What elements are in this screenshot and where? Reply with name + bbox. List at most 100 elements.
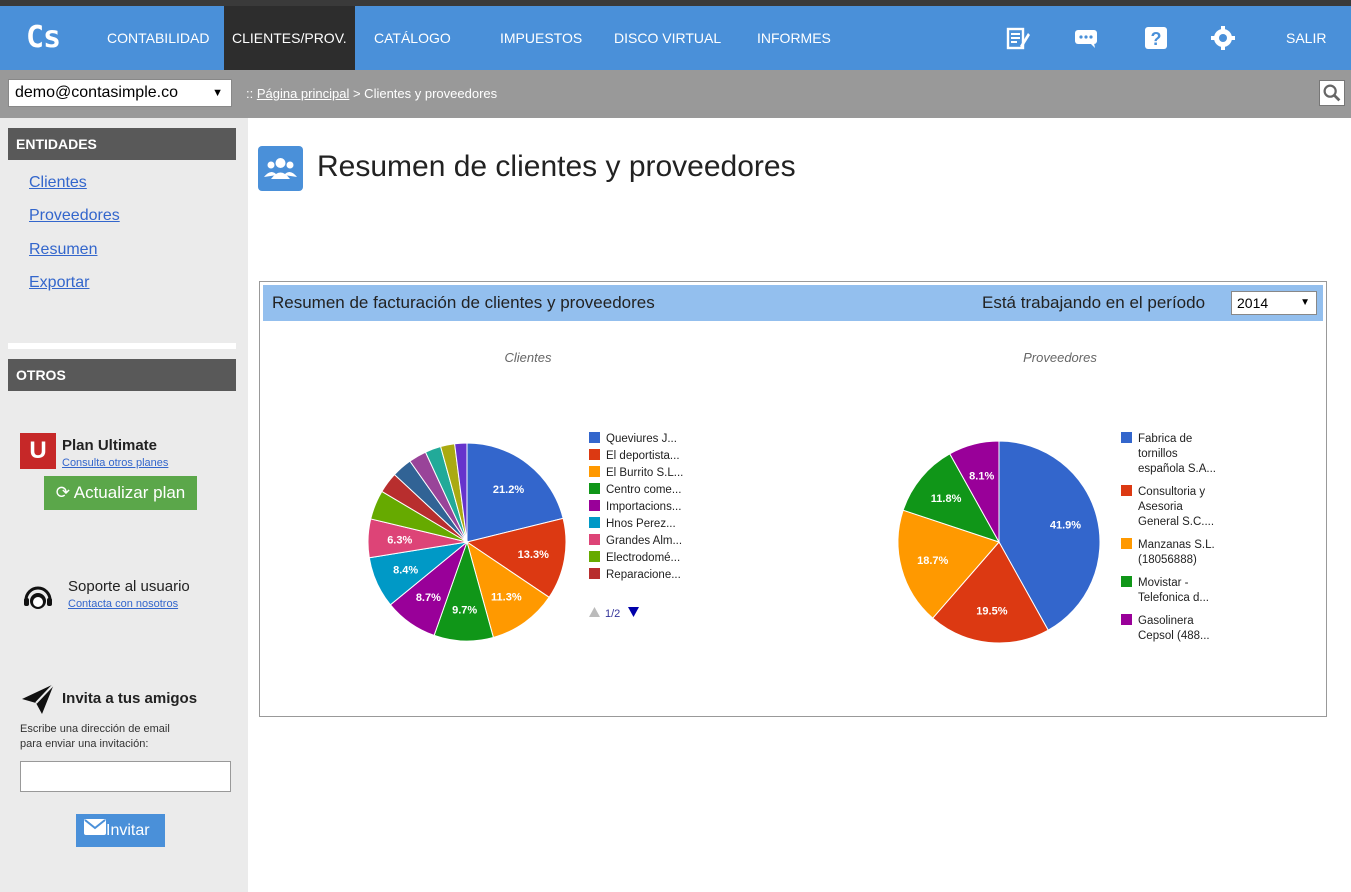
- support-headset-icon: [22, 583, 54, 615]
- legend-entry: Manzanas S.L.: [1138, 539, 1215, 551]
- legend-swatch: [589, 534, 600, 545]
- paper-plane-icon: [20, 681, 56, 717]
- legend-swatch: [1121, 432, 1132, 443]
- legend-entry: Movistar -: [1138, 577, 1189, 589]
- user-account-value: demo@contasimple.co: [15, 84, 178, 101]
- slice-value-label: 21.2%: [493, 484, 524, 496]
- svg-text:?: ?: [1151, 29, 1162, 49]
- nav-informes[interactable]: INFORMES: [757, 6, 831, 70]
- legend-entry: El deportista...: [606, 450, 680, 462]
- invite-button-label: Invitar: [106, 822, 150, 839]
- nav-clientes-prov[interactable]: CLIENTES/PROV.: [224, 6, 355, 70]
- sidebar-divider: [8, 343, 236, 349]
- sidebar-others-header: OTROS: [8, 359, 236, 391]
- sidebar-link-resumen[interactable]: Resumen: [29, 241, 97, 259]
- settings-icon[interactable]: [1209, 24, 1237, 52]
- plan-options-link[interactable]: Consulta otros planes: [62, 457, 168, 469]
- legend-swatch: [589, 517, 600, 528]
- invite-email-input[interactable]: [20, 761, 231, 792]
- legend-next-icon: [628, 607, 639, 617]
- breadcrumb-prefix: ::: [246, 86, 257, 101]
- legend-entry: El Burrito S.L...: [606, 467, 683, 479]
- slice-value-label: 11.8%: [931, 493, 962, 505]
- legend-entry: Reparacione...: [606, 569, 681, 581]
- nav-contabilidad[interactable]: CONTABILIDAD: [107, 6, 209, 70]
- chart-title: Clientes: [505, 350, 552, 365]
- legend-page-indicator: 1/2: [605, 608, 620, 620]
- breadcrumb-home-link[interactable]: Página principal: [257, 86, 350, 101]
- envelope-icon: [84, 814, 106, 847]
- nav-disco-virtual[interactable]: DISCO VIRTUAL: [614, 6, 721, 70]
- legend-entry: Grandes Alm...: [606, 535, 682, 547]
- invite-button[interactable]: Invitar: [76, 814, 165, 847]
- legend-swatch: [589, 500, 600, 511]
- slice-value-label: 8.7%: [416, 592, 441, 604]
- help-icon[interactable]: ?: [1142, 24, 1170, 52]
- support-title: Soporte al usuario: [68, 578, 190, 595]
- dropdown-arrow-icon: ▼: [212, 87, 223, 99]
- legend-entry: Fabrica de: [1138, 433, 1192, 445]
- breadcrumb: :: Página principal > Clientes y proveed…: [246, 70, 497, 118]
- logout-link[interactable]: SALIR: [1286, 6, 1326, 70]
- period-select[interactable]: 2014 ▼: [1231, 291, 1317, 315]
- legend-swatch: [589, 568, 600, 579]
- sidebar-link-exportar[interactable]: Exportar: [29, 274, 89, 292]
- breadcrumb-current: > Clientes y proveedores: [349, 86, 498, 101]
- slice-value-label: 19.5%: [976, 605, 1007, 617]
- legend-entry: General S.C....: [1138, 516, 1214, 528]
- users-group-icon: [258, 146, 303, 191]
- legend-entry: española S.A...: [1138, 463, 1216, 475]
- legend-swatch: [1121, 576, 1132, 587]
- plan-name: Plan Ultimate: [62, 437, 158, 454]
- slice-value-label: 8.4%: [393, 565, 418, 577]
- legend-entry: tornillos: [1138, 448, 1178, 460]
- nav-impuestos[interactable]: IMPUESTOS: [500, 6, 582, 70]
- slice-value-label: 41.9%: [1050, 520, 1081, 532]
- invite-text-line-2: para enviar una invitación:: [20, 738, 149, 750]
- legend-entry: Importacions...: [606, 501, 681, 513]
- slice-value-label: 13.3%: [518, 549, 549, 561]
- legend-entry: Telefonica d...: [1138, 592, 1209, 604]
- panel-title: Resumen de facturación de clientes y pro…: [272, 293, 655, 312]
- refresh-icon: ⟳: [55, 483, 74, 502]
- user-account-select[interactable]: demo@contasimple.co ▼: [8, 79, 232, 107]
- sidebar-link-clientes[interactable]: Clientes: [29, 174, 87, 192]
- sidebar-link-proveedores[interactable]: Proveedores: [29, 207, 120, 225]
- period-label: Está trabajando en el período: [982, 293, 1206, 312]
- chart-title: Proveedores: [1023, 350, 1097, 365]
- slice-value-label: 11.3%: [491, 592, 522, 604]
- panel-header: Resumen de facturación de clientes y pro…: [263, 285, 1323, 321]
- legend-entry: Cepsol (488...: [1138, 630, 1210, 642]
- page-title: Resumen de clientes y proveedores: [317, 150, 796, 183]
- legend-entry: Asesoria: [1138, 501, 1183, 513]
- chat-icon[interactable]: [1072, 24, 1100, 52]
- nav-catalogo[interactable]: CATÁLOGO: [374, 6, 451, 70]
- legend-swatch: [589, 449, 600, 460]
- upgrade-plan-button[interactable]: ⟳ Actualizar plan: [44, 476, 197, 510]
- app-logo[interactable]: Cs: [26, 20, 61, 55]
- legend-entry: Electrodomé...: [606, 552, 680, 564]
- top-navbar: Cs CONTABILIDAD CLIENTES/PROV. CATÁLOGO …: [0, 6, 1351, 70]
- legend-entry: Hnos Perez...: [606, 518, 676, 530]
- legend-swatch: [589, 466, 600, 477]
- invite-title: Invita a tus amigos: [62, 690, 198, 707]
- slice-value-label: 8.1%: [969, 471, 994, 483]
- legend-swatch: [1121, 538, 1132, 549]
- pie-charts: Clientes 21.2% 13.3% 11.3% 9.7% 8.7% 8.4% 6.3% Q…: [367, 350, 1216, 644]
- slice-value-label: 6.3%: [387, 534, 412, 546]
- plan-badge-icon: U: [20, 433, 56, 469]
- period-value: 2014: [1237, 295, 1269, 311]
- legend-entry: (18056888): [1138, 554, 1197, 566]
- slice-value-label: 18.7%: [917, 555, 948, 567]
- sidebar-entities-header: ENTIDADES: [8, 128, 236, 160]
- upgrade-plan-label: Actualizar plan: [73, 483, 186, 502]
- legend-swatch: [1121, 485, 1132, 496]
- legend-swatch: [1121, 614, 1132, 625]
- legend-entry: Centro come...: [606, 484, 681, 496]
- support-contact-link[interactable]: Contacta con nosotros: [68, 598, 178, 610]
- legend-swatch: [589, 551, 600, 562]
- billing-summary-panel: Resumen de facturación de clientes y pro…: [259, 281, 1327, 717]
- dropdown-arrow-icon: ▼: [1300, 297, 1310, 308]
- search-button[interactable]: [1319, 80, 1345, 106]
- notes-icon[interactable]: [1003, 24, 1031, 52]
